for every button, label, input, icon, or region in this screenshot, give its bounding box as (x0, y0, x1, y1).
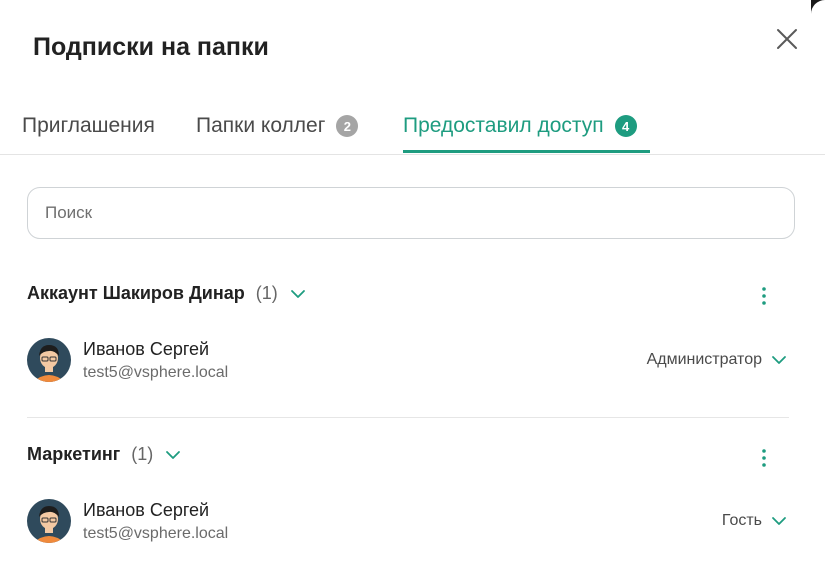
dialog-title: Подписки на папки (33, 33, 269, 61)
tab-count-badge: 4 (614, 115, 637, 137)
chevron-down-icon (166, 450, 181, 459)
tab-label: Папки коллег (196, 114, 326, 137)
chevron-down-icon (290, 289, 305, 298)
group-divider (27, 417, 789, 418)
user-name: Иванов Сергей (83, 339, 210, 359)
group-count: (1) (255, 283, 278, 303)
close-icon (777, 29, 797, 49)
tab-invitations[interactable]: Приглашения (22, 114, 155, 138)
tab-colleague-folders[interactable]: Папки коллег 2 (196, 114, 359, 138)
user-email: test5@vsphere.local (83, 364, 229, 381)
user-name: Иванов Сергей (83, 500, 210, 520)
group-name: Аккаунт Шакиров Динар (27, 283, 245, 303)
user-avatar (27, 338, 71, 382)
role-label: Гость (721, 512, 762, 529)
more-vertical-icon (762, 287, 766, 305)
active-tab-indicator (403, 150, 650, 153)
chevron-down-icon (772, 517, 786, 525)
group-menu-button[interactable] (752, 284, 776, 308)
user-email: test5@vsphere.local (83, 525, 229, 542)
role-label: Администратор (646, 351, 762, 368)
close-button[interactable] (770, 22, 804, 56)
tab-label: Приглашения (22, 114, 155, 137)
more-vertical-icon (762, 449, 766, 467)
tab-label: Предоставил доступ (403, 114, 604, 137)
role-dropdown[interactable]: Гость (722, 512, 787, 530)
search-input[interactable] (27, 187, 795, 239)
window-corner (811, 0, 825, 28)
tab-count-badge: 2 (336, 115, 359, 137)
tab-shared-access[interactable]: Предоставил доступ 4 (403, 114, 637, 138)
user-avatar (27, 499, 71, 543)
group-name: Маркетинг (27, 444, 121, 464)
tab-bar: Приглашения Папки коллег 2 Предоставил д… (0, 100, 825, 155)
role-dropdown[interactable]: Администратор (647, 351, 787, 369)
group-header-account[interactable]: Аккаунт Шакиров Динар (1) (27, 283, 306, 304)
group-header-marketing[interactable]: Маркетинг (1) (27, 444, 181, 465)
group-menu-button[interactable] (752, 446, 776, 470)
group-count: (1) (131, 444, 154, 464)
chevron-down-icon (772, 356, 786, 364)
